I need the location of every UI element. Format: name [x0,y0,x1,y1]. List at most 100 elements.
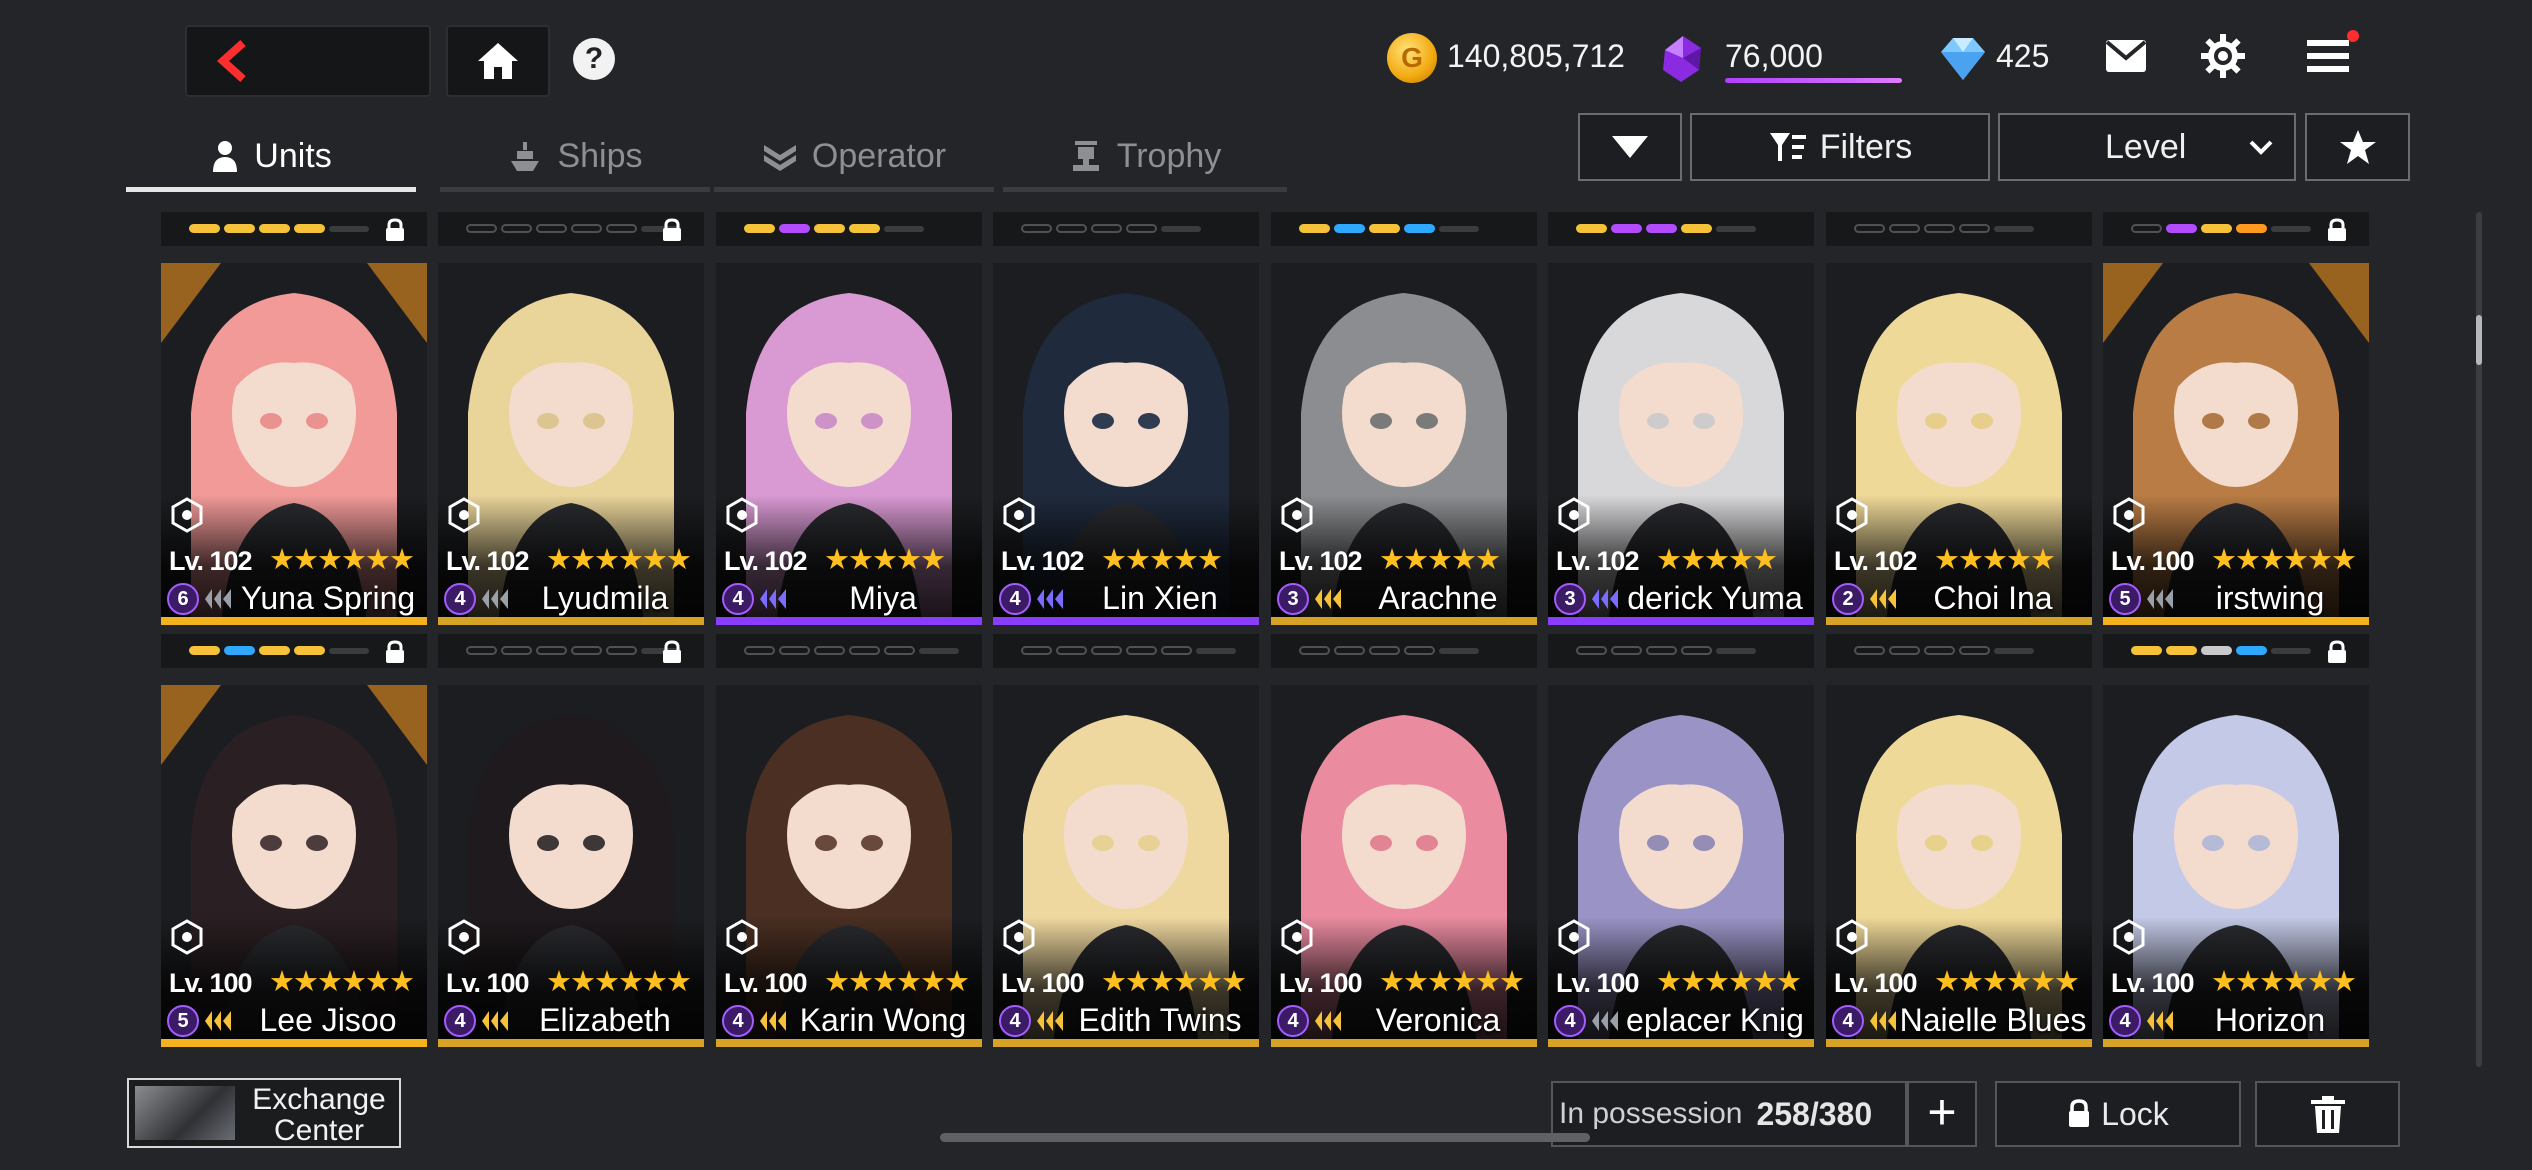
filters-label: Filters [1819,127,1913,166]
rarity-pips [744,646,959,655]
rarity-pip [536,224,567,233]
possession-value: 258/380 [1756,1095,1873,1132]
rarity-pip-end [1716,226,1756,232]
rarity-pips [1854,646,2034,655]
unit-level: Lv. 100 [1001,968,1085,998]
rank-icon [482,589,508,609]
gold-amount: 140,805,712 [1447,38,1625,74]
possession-counter: In possession 258/380 [1551,1081,1907,1147]
rarity-pip [1889,646,1920,655]
tab-trophy[interactable]: Trophy [1003,120,1287,192]
gear-icon[interactable] [2200,33,2246,79]
rank-icon [1315,589,1341,609]
exchange-center-button[interactable]: Exchange Center [127,1078,401,1148]
unit-stars: ★★★★★★ [824,966,970,998]
rank-icon [1037,589,1063,609]
rarity-pip-end [1994,648,2034,654]
crystal-amount: 76,000 [1725,38,1823,74]
rarity-pip [1576,646,1607,655]
rarity-pip [1404,224,1435,233]
lock-button[interactable]: Lock [1995,1081,2241,1147]
lock-icon [2328,218,2346,241]
menu-icon[interactable] [2305,36,2351,76]
sort-order-button[interactable] [1578,113,1682,181]
rarity-bar [1548,212,1814,246]
help-icon[interactable]: ? [573,38,615,80]
favorite-button[interactable] [2305,113,2410,181]
rarity-bar [1548,634,1814,668]
rarity-pips [1021,224,1201,233]
unit-card[interactable]: Lv. 102 ★★★★★★ 4 Lyudmila [438,263,704,625]
dismiss-button[interactable] [2255,1081,2400,1147]
rarity-pip-end [1439,648,1479,654]
diamond-gem-icon [1941,38,1985,80]
rarity-pip [1889,224,1920,233]
tab-label: Units [254,136,332,175]
unit-card[interactable]: Lv. 102 ★★★★★ 3 derick Yuma [1548,263,1814,625]
unit-card[interactable]: Lv. 100 ★★★★★★ 5 Lee Jisoo [161,685,427,1047]
limit-break-badge: 4 [444,583,476,615]
unit-card[interactable]: Lv. 100 ★★★★★★ 4 Horizon [2103,685,2369,1047]
unit-card[interactable]: Lv. 102 ★★★★★ 4 Lin Xien [993,263,1259,625]
tab-operator[interactable]: Operator [714,120,994,192]
home-indicator[interactable] [940,1133,1590,1142]
person-icon [213,141,238,172]
unit-name: Arachne [1378,580,1498,616]
sort-dropdown[interactable]: Level [1998,113,2296,181]
rarity-pip [1056,224,1087,233]
tab-units[interactable]: Units [126,120,416,192]
unit-name: irstwing [2215,580,2325,616]
unit-card[interactable]: Lv. 100 ★★★★★★ 4 eplacer Knig [1548,685,1814,1047]
rarity-pip [1611,646,1642,655]
unit-level: Lv. 102 [1279,546,1363,576]
unit-card[interactable]: Lv. 102 ★★★★★★ 6 Yuna Spring [161,263,427,625]
crystal-progress-bar [1725,78,1902,83]
rarity-pip-end [1196,648,1236,654]
unit-stars: ★★★★★★ [546,544,692,576]
unit-card[interactable]: Lv. 100 ★★★★★★ 4 Elizabeth [438,685,704,1047]
unit-card[interactable]: Lv. 100 ★★★★★★ 4 Edith Twins [993,685,1259,1047]
expand-slots-button[interactable]: + [1907,1081,1977,1147]
unit-name: Lyudmila [541,580,669,616]
unit-card[interactable]: Lv. 100 ★★★★★★ 4 Naielle Blues [1826,685,2092,1047]
unit-card[interactable]: Lv. 100 ★★★★★★ 4 Karin Wong [716,685,982,1047]
unit-name: eplacer Knig [1626,1002,1804,1038]
rarity-pip [501,224,532,233]
home-button[interactable] [446,25,550,97]
possession-label: In possession [1559,1097,1743,1130]
rarity-pip [1854,646,1885,655]
lock-icon [663,640,681,663]
exchange-label: Exchange Center [252,1083,386,1147]
unit-stars: ★★★★★ [1934,544,2056,576]
rarity-pips [189,224,369,233]
rarity-bar [161,212,427,246]
rarity-pip [1646,646,1677,655]
unit-level: Lv. 100 [2111,968,2195,998]
rank-icon [1870,589,1896,609]
unit-card[interactable]: Lv. 102 ★★★★★ 4 Miya [716,263,982,625]
filters-button[interactable]: Filters [1690,113,1990,181]
rarity-pip [779,646,810,655]
mail-icon[interactable] [2104,38,2148,74]
lock-icon [2328,640,2346,663]
class-icon [448,919,480,955]
limit-break-badge: 4 [1277,1005,1309,1037]
limit-break-badge: 3 [1554,583,1586,615]
tab-label: Operator [811,136,947,175]
unit-card[interactable]: Lv. 102 ★★★★★ 2 Choi Ina [1826,263,2092,625]
rarity-pip [1126,224,1157,233]
unit-card[interactable]: Lv. 100 ★★★★★★ 5 irstwing [2103,263,2369,625]
unit-card[interactable]: Lv. 100 ★★★★★★ 4 Veronica [1271,685,1537,1047]
rarity-pips [1021,646,1236,655]
scrollbar-thumb[interactable] [2476,315,2482,365]
rarity-pip [849,224,880,233]
tab-ships[interactable]: Ships [440,120,710,192]
unit-stars: ★★★★★ [1656,544,1778,576]
rarity-strip [438,1039,704,1047]
rarity-pip [259,646,290,655]
limit-break-badge: 4 [999,583,1031,615]
rarity-bar [1826,634,2092,668]
rarity-pips [1299,646,1479,655]
back-button[interactable] [185,25,431,97]
unit-card[interactable]: Lv. 102 ★★★★★ 3 Arachne [1271,263,1537,625]
